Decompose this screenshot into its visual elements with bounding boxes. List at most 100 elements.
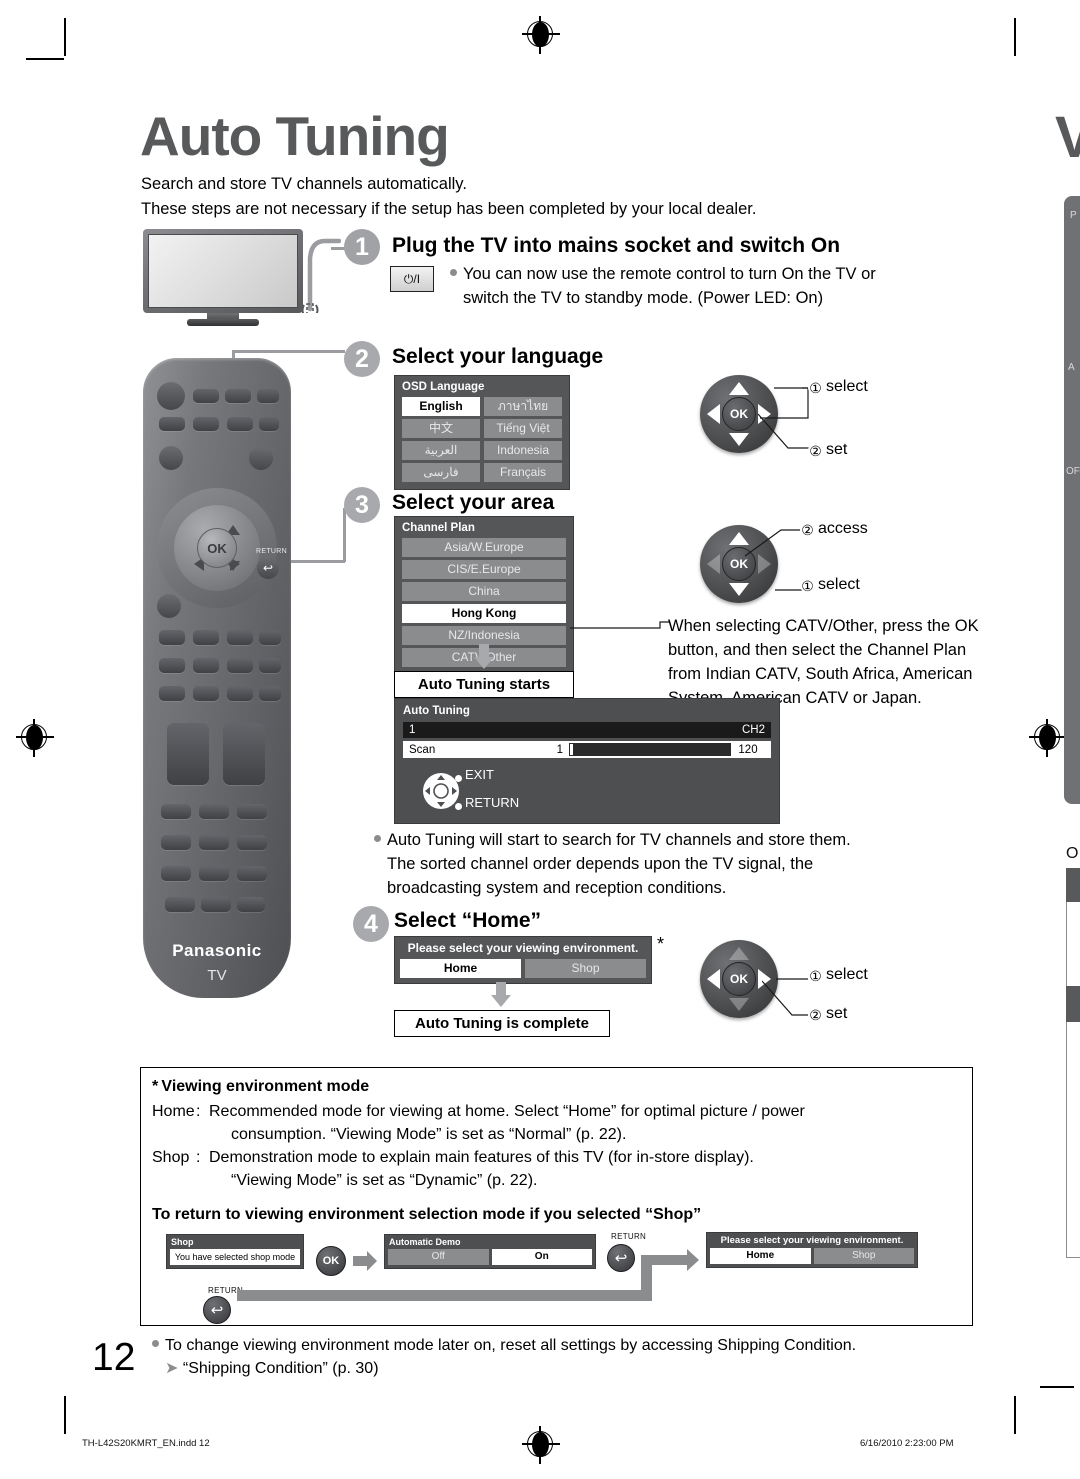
remote-bottom-button[interactable] bbox=[161, 866, 191, 881]
catv-note-line-2: button, and then select the Channel Plan bbox=[668, 641, 967, 659]
remote-lower-round-button[interactable] bbox=[157, 594, 181, 618]
power-button-icon: ⏻/I bbox=[390, 266, 434, 292]
remote-row2-button[interactable] bbox=[193, 417, 219, 431]
remote-large-button-left[interactable] bbox=[167, 723, 209, 785]
manual-page: Auto Tuning Search and store TV channels… bbox=[0, 0, 1080, 1479]
channel-plan-option-nz-indonesia[interactable]: NZ/Indonesia bbox=[402, 626, 566, 645]
remote-ok-button[interactable]: OK bbox=[197, 528, 237, 568]
auto-tuning-complete-label: Auto Tuning is complete bbox=[394, 1010, 610, 1037]
automatic-demo-option-off[interactable]: Off bbox=[388, 1249, 489, 1265]
remote-grid-button[interactable] bbox=[259, 630, 281, 645]
remote-bottom-button[interactable] bbox=[161, 835, 191, 850]
info-shop-row: Shop : Demonstration mode to explain mai… bbox=[152, 1146, 972, 1192]
auto-tuning-bullet-line-1: Auto Tuning will start to search for TV … bbox=[374, 828, 994, 852]
remote-bottom-button[interactable] bbox=[199, 866, 229, 881]
step3-callout-2-number: ① bbox=[800, 577, 815, 594]
auto-tuning-key-return: RETURN bbox=[465, 795, 520, 810]
remote-row2-button[interactable] bbox=[259, 417, 279, 431]
next-page-letter-fragment: O bbox=[1066, 845, 1079, 862]
flow-down-arrow-icon-2 bbox=[491, 982, 511, 1007]
next-page-panel-fragment: P A OF bbox=[1064, 196, 1080, 804]
remote-bottom-button[interactable] bbox=[237, 835, 267, 850]
registration-mark-top bbox=[522, 16, 560, 54]
diagram-ok-button[interactable]: OK bbox=[316, 1246, 346, 1276]
remote-bottom-button[interactable] bbox=[199, 804, 229, 819]
catv-note-line-3: from Indian CATV, South Africa, American bbox=[668, 665, 973, 683]
language-option-arabic[interactable]: العربية bbox=[402, 441, 480, 460]
remote-grid-button[interactable] bbox=[159, 630, 185, 645]
remote-grid-button[interactable] bbox=[159, 658, 185, 673]
remote-left-round-button[interactable] bbox=[159, 446, 183, 470]
page-number: 12 bbox=[92, 1336, 136, 1379]
step4-asterisk: * bbox=[657, 934, 665, 954]
remote-bottom-button[interactable] bbox=[237, 897, 265, 912]
language-option-vietnamese[interactable]: Tiếng Việt bbox=[484, 419, 562, 438]
key-bullet-exit-icon bbox=[455, 775, 462, 782]
return-arrow-icon: ↩ bbox=[210, 1302, 224, 1319]
remote-bottom-button[interactable] bbox=[201, 897, 231, 912]
remote-bottom-button[interactable] bbox=[199, 835, 229, 850]
remote-grid-button[interactable] bbox=[227, 630, 253, 645]
info-shop-line-2: “Viewing Mode” is set as “Dynamic” (p. 2… bbox=[231, 1172, 538, 1189]
remote-row2-button[interactable] bbox=[159, 417, 185, 431]
language-option-english[interactable]: English bbox=[402, 397, 480, 416]
viewing-option-home[interactable]: Home bbox=[400, 959, 521, 978]
channel-plan-option-asia-w-europe[interactable]: Asia/W.Europe bbox=[402, 538, 566, 557]
language-option-farsi[interactable]: فارسی bbox=[402, 463, 480, 482]
remote-bottom-button[interactable] bbox=[161, 804, 191, 819]
remote-bottom-button[interactable] bbox=[237, 866, 267, 881]
step1-bullet: You can now use the remote control to tu… bbox=[450, 262, 970, 310]
osd-channel-plan-title: Channel Plan bbox=[402, 522, 475, 534]
step3-lead-line-up bbox=[343, 508, 346, 562]
channel-plan-row: China bbox=[402, 582, 566, 601]
remote-bottom-button[interactable] bbox=[237, 804, 267, 819]
remote-large-button-right[interactable] bbox=[223, 723, 265, 785]
shop-return-button[interactable]: ↩ bbox=[203, 1296, 231, 1324]
osd-language-row: العربية Indonesia bbox=[402, 441, 562, 460]
remote-grid-button[interactable] bbox=[259, 658, 281, 673]
intro-line-2: These steps are not necessary if the set… bbox=[141, 200, 757, 218]
crop-mark-tr-v bbox=[1014, 18, 1016, 56]
remote-grid-button[interactable] bbox=[227, 686, 253, 701]
language-option-french[interactable]: Français bbox=[484, 463, 562, 482]
remote-grid-button[interactable] bbox=[259, 686, 281, 701]
language-option-chinese[interactable]: 中文 bbox=[402, 419, 480, 438]
channel-plan-option-cis-e-europe[interactable]: CIS/E.Europe bbox=[402, 560, 566, 579]
env-option-shop[interactable]: Shop bbox=[813, 1248, 914, 1264]
remote-tv-label: TV bbox=[207, 967, 227, 984]
remote-grid-button[interactable] bbox=[193, 658, 219, 673]
info-footer-arrow-row: ➤ “Shipping Condition” (p. 30) bbox=[165, 1357, 972, 1380]
remote-grid-button[interactable] bbox=[227, 658, 253, 673]
remote-grid-button[interactable] bbox=[159, 686, 185, 701]
footer-filename: TH-L42S20KMRT_EN.indd 12 bbox=[82, 1438, 210, 1449]
dpad-ok-button[interactable]: OK bbox=[722, 962, 756, 996]
remote-top-button[interactable] bbox=[193, 389, 219, 403]
info-box-heading: * Viewing environment mode bbox=[152, 1078, 370, 1095]
automatic-demo-option-on[interactable]: On bbox=[491, 1249, 592, 1265]
step1-lead-line bbox=[331, 247, 345, 250]
remote-grid-button[interactable] bbox=[193, 686, 219, 701]
channel-plan-option-china[interactable]: China bbox=[402, 582, 566, 601]
remote-row2-button[interactable] bbox=[227, 417, 253, 431]
tv-body bbox=[143, 229, 303, 313]
auto-tuning-channel-bar: 1 CH2 bbox=[403, 722, 771, 738]
next-page-dark-bar-1 bbox=[1066, 868, 1080, 902]
channel-plan-option-hong-kong[interactable]: Hong Kong bbox=[402, 604, 566, 623]
viewing-option-shop[interactable]: Shop bbox=[525, 959, 646, 978]
remote-right-round-button[interactable] bbox=[249, 446, 273, 470]
language-option-thai[interactable]: ภาษาไทย bbox=[484, 397, 562, 416]
language-option-indonesia[interactable]: Indonesia bbox=[484, 441, 562, 460]
info-home-row: Home : Recommended mode for viewing at h… bbox=[152, 1100, 972, 1146]
auto-tuning-key-exit: EXIT bbox=[465, 767, 494, 782]
remote-power-button[interactable] bbox=[157, 382, 185, 410]
remote-bottom-button[interactable] bbox=[165, 897, 195, 912]
viewing-environment-info-box: * Viewing environment mode Home : Recomm… bbox=[140, 1067, 973, 1377]
remote-dpad-inner: OK bbox=[174, 505, 260, 591]
remote-top-button[interactable] bbox=[225, 389, 251, 403]
remote-return-button[interactable]: ↩ bbox=[257, 557, 279, 579]
env-option-home[interactable]: Home bbox=[710, 1248, 811, 1264]
remote-grid-button[interactable] bbox=[193, 630, 219, 645]
remote-top-button[interactable] bbox=[257, 389, 279, 403]
step4-number: 4 bbox=[353, 906, 389, 942]
demo-return-button[interactable]: ↩ bbox=[607, 1244, 635, 1272]
